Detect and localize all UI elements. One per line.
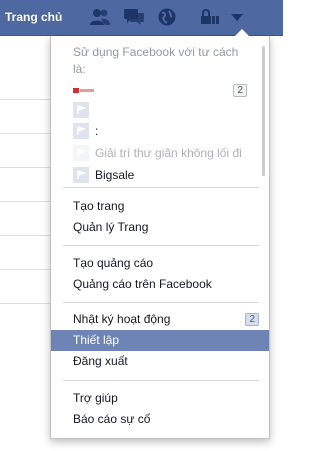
create-ad-item[interactable]: Tạo quảng cáo (51, 253, 269, 274)
page-item-2[interactable] (73, 100, 253, 120)
settings-caret-icon[interactable] (226, 7, 248, 27)
dropdown-caret-notch (235, 29, 249, 36)
menu-separator (63, 380, 259, 381)
page-item-4[interactable]: Giải trí thư giãn không lối đi (73, 143, 253, 163)
activity-log-label: Nhật ký hoạt động (73, 312, 171, 326)
activity-log-badge: 2 (245, 313, 259, 326)
activity-log-item[interactable]: Nhật ký hoạt động 2 (51, 309, 269, 330)
page-item-label: : (95, 124, 99, 138)
page-item-label: Giải trí thư giãn không lối đi (95, 146, 242, 160)
page-notification-badge: 2 (233, 84, 247, 97)
friend-requests-icon[interactable] (89, 7, 111, 27)
help-item[interactable]: Trợ giúp (51, 388, 269, 409)
advertising-on-facebook-item[interactable]: Quảng cáo trên Facebook (51, 274, 269, 295)
background-divider (0, 235, 52, 236)
page-flag-icon (73, 145, 89, 161)
settings-item[interactable]: Thiết lập (51, 330, 269, 351)
page-flag-icon (73, 102, 89, 118)
background-divider (0, 201, 52, 202)
home-link[interactable]: Trang chủ (5, 10, 62, 24)
page-item-label: Bigsale (95, 168, 135, 182)
menu-separator (63, 302, 259, 303)
page-flag-icon (73, 123, 89, 139)
page-item-5[interactable]: Bigsale (73, 166, 253, 184)
notifications-globe-icon[interactable] (156, 7, 178, 27)
page-item-3[interactable]: : (73, 121, 253, 141)
background-divider (0, 167, 52, 168)
page-flag-icon (73, 167, 89, 183)
account-dropdown-menu: Sử dụng Facebook với tư cách là: 2 : Giả… (50, 29, 270, 439)
background-page (0, 36, 52, 451)
background-divider (0, 303, 52, 304)
report-problem-item[interactable]: Báo cáo sự cố (51, 409, 269, 430)
privacy-lock-icon[interactable] (199, 7, 221, 27)
background-divider (0, 133, 52, 134)
menu-separator (63, 187, 259, 188)
manage-pages-item[interactable]: Quản lý Trang (51, 217, 269, 238)
background-divider (0, 99, 52, 100)
use-facebook-as-label: Sử dụng Facebook với tư cách là: (73, 45, 239, 76)
logout-item[interactable]: Đăng xuất (51, 351, 269, 372)
create-page-item[interactable]: Tạo trang (51, 196, 269, 217)
brand-logo (73, 88, 94, 93)
background-divider (0, 269, 52, 270)
messages-icon[interactable] (123, 7, 145, 27)
page-item-1[interactable]: 2 (73, 81, 253, 101)
menu-separator (63, 245, 259, 246)
pages-scrollbar[interactable] (262, 46, 265, 176)
